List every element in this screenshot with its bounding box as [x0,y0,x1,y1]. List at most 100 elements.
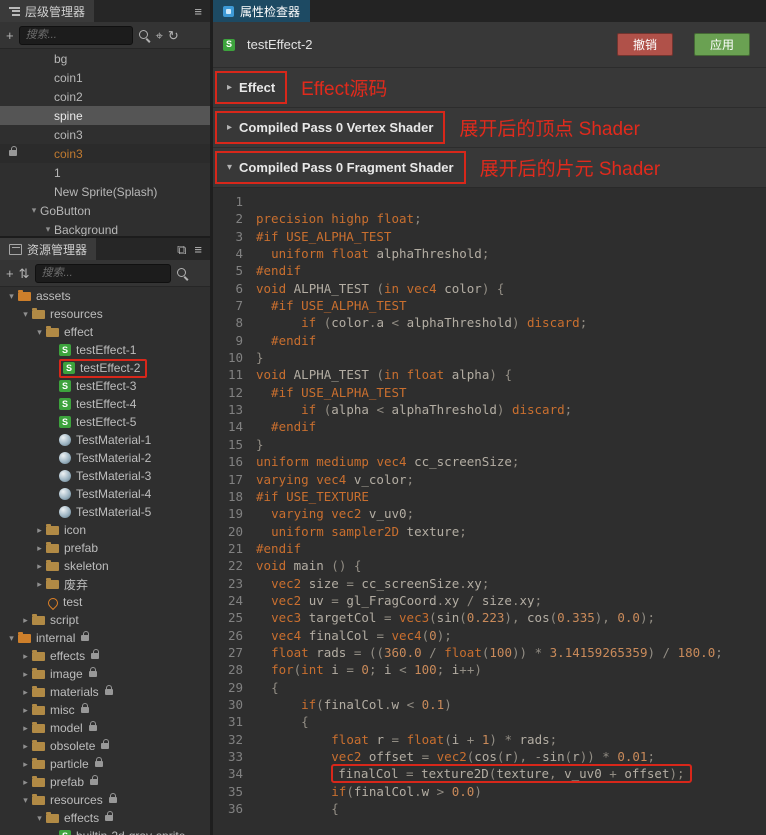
asset-item-effects[interactable]: ▾ effects [0,809,210,827]
asset-item-testmaterial-3[interactable]: TestMaterial-3 [0,467,210,485]
asset-item-effects[interactable]: ▸ effects [0,647,210,665]
asset-item-废弃[interactable]: ▸ 废弃 [0,575,210,593]
asset-item-script[interactable]: ▸ script [0,611,210,629]
line-number: 4 [235,246,243,262]
apply-button[interactable]: 应用 [693,33,750,56]
asset-item-testmaterial-5[interactable]: TestMaterial-5 [0,503,210,521]
code-line: 11 void ALPHA_TEST (in float alpha) { [217,366,766,383]
asset-item-assets[interactable]: ▾ assets [0,287,210,305]
asset-item-prefab[interactable]: ▸ prefab [0,773,210,791]
asset-item-testeffect-3[interactable]: testEffect-3 [0,377,210,395]
panel-menu-icon[interactable]: ≡ [194,5,202,18]
add-node-button[interactable]: + [6,29,14,42]
line-number: 33 [227,749,243,764]
tabbar-spacer [94,0,186,22]
asset-item-resources[interactable]: ▾ resources [0,791,210,809]
hierarchy-item-background[interactable]: ▾ Background [0,220,210,237]
chevron-right-icon[interactable]: ▸ [20,723,31,734]
asset-item-prefab[interactable]: ▸ prefab [0,539,210,557]
hierarchy-item-coin3[interactable]: coin3 [0,144,210,163]
refresh-icon[interactable]: ↻ [168,29,179,42]
tab-hierarchy[interactable]: 层级管理器 [0,0,95,22]
chevron-right-icon[interactable]: ▸ [34,543,45,554]
node-label: bg [54,51,68,66]
hierarchy-search-input[interactable] [18,25,133,45]
sort-icon[interactable]: ⇅ [19,267,30,280]
asset-label: particle [50,757,89,771]
asset-item-testeffect-5[interactable]: testEffect-5 [0,413,210,431]
hierarchy-tabbar: 层级管理器 ≡ [0,0,210,22]
chevron-right-icon[interactable]: ▸ [34,525,45,536]
chevron-down-icon[interactable]: ▾ [34,327,45,338]
add-asset-button[interactable]: + [6,267,14,280]
chevron-down-icon[interactable]: ▾ [227,162,232,173]
asset-item-testeffect-1[interactable]: testEffect-1 [0,341,210,359]
chevron-right-icon[interactable]: ▸ [34,579,45,590]
assets-tab-title: 资源管理器 [27,242,88,257]
inspector-tabbar: 属性检查器 [213,0,766,22]
chevron-down-icon[interactable]: ▾ [6,633,17,644]
line-number: 23 [227,575,243,591]
asset-item-testmaterial-2[interactable]: TestMaterial-2 [0,449,210,467]
tab-inspector[interactable]: 属性检查器 [213,0,311,22]
asset-item-model[interactable]: ▸ model [0,719,210,737]
hierarchy-item-1[interactable]: 1 [0,163,210,182]
chevron-down-icon[interactable]: ▾ [42,224,54,235]
chevron-right-icon[interactable]: ▸ [20,669,31,680]
hierarchy-item-coin1[interactable]: coin1 [0,68,210,87]
chevron-down-icon[interactable]: ▾ [34,813,45,824]
hierarchy-item-new-sprite(splash)[interactable]: New Sprite(Splash) [0,182,210,201]
annotation-box[interactable]: ▸ Compiled Pass 0 Vertex Shader [215,111,446,144]
chevron-right-icon[interactable]: ▸ [20,687,31,698]
asset-item-internal[interactable]: ▾ internal [0,629,210,647]
chevron-right-icon[interactable]: ▸ [20,705,31,716]
asset-item-resources[interactable]: ▾ resources [0,305,210,323]
chevron-right-icon[interactable]: ▸ [20,651,31,662]
chevron-down-icon[interactable]: ▾ [28,205,40,216]
search-icon[interactable] [176,267,189,280]
hierarchy-item-bg[interactable]: bg [0,49,210,68]
chevron-down-icon[interactable]: ▾ [6,291,17,302]
undo-button[interactable]: 撤销 [616,33,673,56]
effect-file-icon [223,38,235,51]
asset-item-obsolete[interactable]: ▸ obsolete [0,737,210,755]
asset-item-testeffect-4[interactable]: testEffect-4 [0,395,210,413]
asset-item-materials[interactable]: ▸ materials [0,683,210,701]
popout-icon[interactable]: ⧉ [177,243,186,256]
asset-item-test[interactable]: test [0,593,210,611]
panel-menu-icon[interactable]: ≡ [194,243,202,256]
tab-assets[interactable]: 资源管理器 [0,238,97,260]
assets-search-input[interactable] [34,263,171,283]
asset-item-icon[interactable]: ▸ icon [0,521,210,539]
hierarchy-item-spine[interactable]: spine [0,106,210,125]
asset-item-testmaterial-1[interactable]: TestMaterial-1 [0,431,210,449]
asset-item-particle[interactable]: ▸ particle [0,755,210,773]
chevron-down-icon[interactable]: ▾ [20,309,31,320]
chevron-down-icon[interactable]: ▾ [20,795,31,806]
chevron-right-icon[interactable]: ▸ [20,741,31,752]
chevron-right-icon[interactable]: ▸ [20,615,31,626]
asset-item-misc[interactable]: ▸ misc [0,701,210,719]
asset-item-image[interactable]: ▸ image [0,665,210,683]
chevron-right-icon[interactable]: ▸ [20,777,31,788]
asset-item-builtin-2d-gray-sprite[interactable]: builtin-2d-gray-sprite [0,827,210,835]
search-icon[interactable] [138,29,151,42]
asset-item-effect[interactable]: ▾ effect [0,323,210,341]
asset-item-testmaterial-4[interactable]: TestMaterial-4 [0,485,210,503]
target-icon[interactable]: ⌖ [156,29,163,42]
hierarchy-item-gobutton[interactable]: ▾ GoButton [0,201,210,220]
asset-item-testeffect-2[interactable]: testEffect-2 [0,358,210,378]
lock-icon [90,775,99,785]
lock-icon [94,757,103,767]
chevron-right-icon[interactable]: ▸ [227,82,232,93]
hierarchy-item-coin3[interactable]: coin3 [0,125,210,144]
asset-label: misc [50,703,75,717]
asset-item-skeleton[interactable]: ▸ skeleton [0,557,210,575]
shader-code-viewer[interactable]: 1 2 precision highp float; 3 #if USE_ALPHA_T… [213,187,766,835]
hierarchy-item-coin2[interactable]: coin2 [0,87,210,106]
chevron-right-icon[interactable]: ▸ [20,759,31,770]
chevron-right-icon[interactable]: ▸ [34,561,45,572]
annotation-box[interactable]: ▸ Effect [215,71,288,104]
annotation-box[interactable]: ▾ Compiled Pass 0 Fragment Shader [215,151,466,184]
chevron-right-icon[interactable]: ▸ [227,122,232,133]
